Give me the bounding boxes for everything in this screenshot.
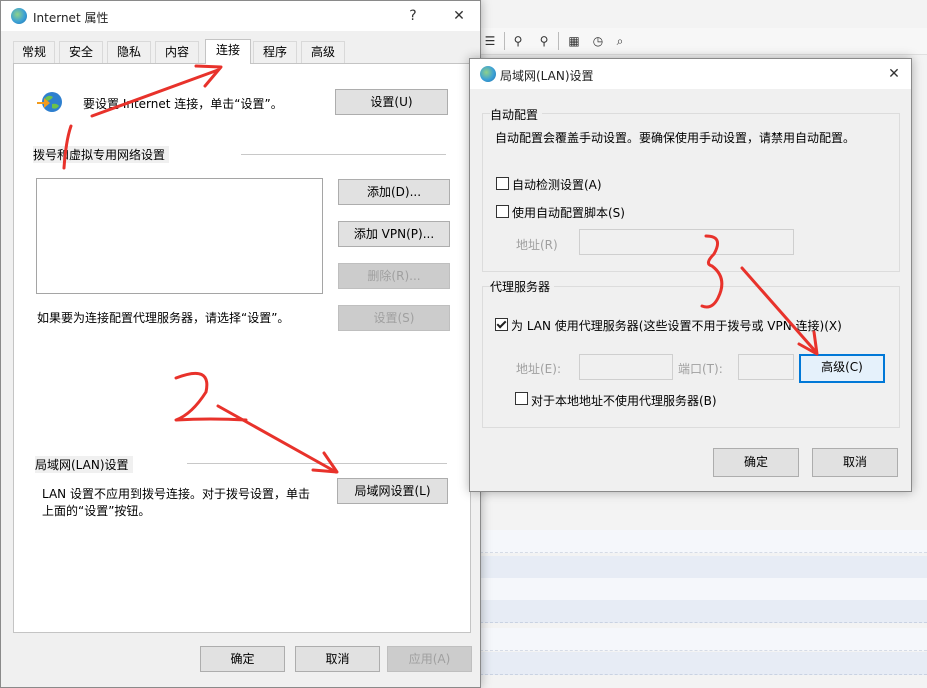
step2-arrow — [216, 404, 338, 474]
annotation-layer — [62, 64, 819, 474]
step2-numeral — [174, 371, 248, 422]
step3-numeral — [700, 234, 724, 309]
step1-numeral — [62, 124, 73, 170]
tab-connections[interactable]: 连接 — [205, 39, 251, 64]
step3-arrow — [740, 266, 818, 354]
step1-arrow — [90, 68, 220, 118]
